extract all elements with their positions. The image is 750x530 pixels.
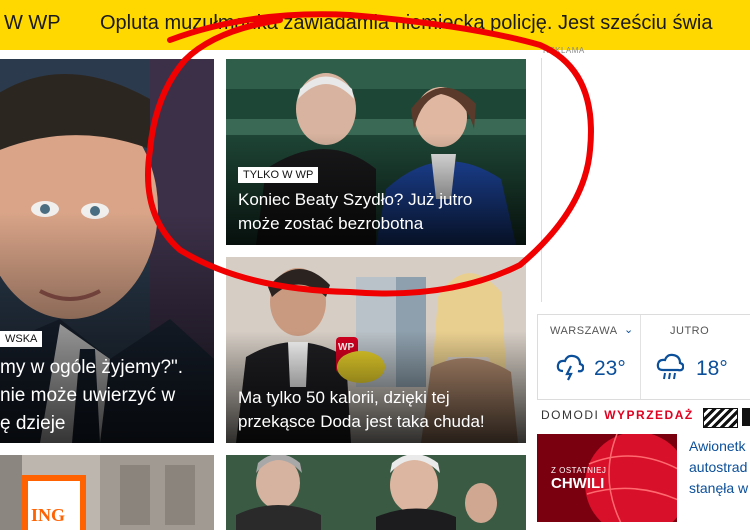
- weather-tomorrow[interactable]: JUTRO 18°: [640, 315, 750, 399]
- ticker-label: W WP: [4, 12, 61, 34]
- ad-label: REKLAMA: [543, 46, 585, 55]
- news-card-bottom-left[interactable]: ING: [0, 455, 214, 530]
- news-card-center-top[interactable]: TYLKO W WP Koniec Beaty Szydło? Już jutr…: [226, 59, 526, 245]
- label-line: CHWILI: [551, 475, 605, 492]
- weather-today[interactable]: WARSZAWA ⌄ 23°: [538, 315, 641, 399]
- headline-line: ę dzieje: [0, 413, 66, 434]
- breaking-news-ticker[interactable]: W WP Opluta muzułmanka zawiadamia niemie…: [0, 0, 750, 50]
- tomorrow-label: JUTRO: [670, 325, 710, 337]
- ad-slot[interactable]: [541, 58, 542, 302]
- weather-widget[interactable]: WARSZAWA ⌄ 23° JUTRO 18°: [537, 314, 750, 400]
- headline: Ma tylko 50 kalorii, dzięki tej przekąsc…: [238, 386, 485, 434]
- rain-cloud-icon: [656, 353, 684, 380]
- news-card-left[interactable]: WSKA my w ogóle żyjemy?". nie może uwier…: [0, 59, 214, 443]
- bank-logo: ING: [31, 505, 66, 525]
- news-card-center-middle[interactable]: WP Ma tylko 50 kalorii, dzięki tej przek…: [226, 257, 526, 443]
- headline-line: przekąsce Doda jest taka chuda!: [238, 412, 485, 431]
- temperature-tomorrow: 18°: [696, 357, 728, 380]
- promo-brand: DOMODI: [541, 408, 600, 422]
- city-select[interactable]: WARSZAWA: [550, 325, 618, 337]
- label-line: Z OSTATNIEJ: [551, 466, 607, 475]
- thunderstorm-icon: [556, 354, 584, 381]
- zebra-pattern-icon: [703, 408, 738, 428]
- title-line: Awionetk: [689, 438, 746, 454]
- headline-line: może zostać bezrobotna: [238, 214, 424, 233]
- headline-line: my w ogóle żyjemy?".: [0, 357, 184, 378]
- chevron-down-icon[interactable]: ⌄: [624, 323, 633, 336]
- promo-sale: WYPRZEDAŻ: [604, 408, 694, 422]
- headline-line: nie może uwierzyć w: [0, 385, 176, 406]
- headline-line: Koniec Beaty Szydło? Już jutro: [238, 190, 473, 209]
- title-line: autostrad: [689, 459, 748, 475]
- headline: my w ogóle żyjemy?". nie może uwierzyć w…: [0, 354, 183, 438]
- title-line: stanęła w: [689, 480, 749, 496]
- breaking-news-label: Z OSTATNIEJ CHWILI: [551, 466, 606, 492]
- temperature-today: 23°: [594, 357, 626, 380]
- promo-banner[interactable]: DOMODI WYPRZEDAŻ: [541, 408, 694, 422]
- ticker-headline[interactable]: Opluta muzułmanka zawiadamia niemiecką p…: [100, 12, 712, 35]
- card-photo: [226, 455, 526, 530]
- side-news-title[interactable]: Awionetk autostrad stanęła w: [689, 436, 748, 499]
- headline-line: Ma tylko 50 kalorii, dzięki tej: [238, 388, 450, 407]
- headline: Koniec Beaty Szydło? Już jutro może zost…: [238, 188, 472, 236]
- promo-thumb: [742, 408, 750, 426]
- news-card-bottom-center[interactable]: [226, 455, 526, 530]
- breaking-news-thumbnail[interactable]: Z OSTATNIEJ CHWILI: [537, 434, 677, 522]
- category-tag: TYLKO W WP: [238, 167, 319, 183]
- category-tag: WSKA: [0, 331, 43, 347]
